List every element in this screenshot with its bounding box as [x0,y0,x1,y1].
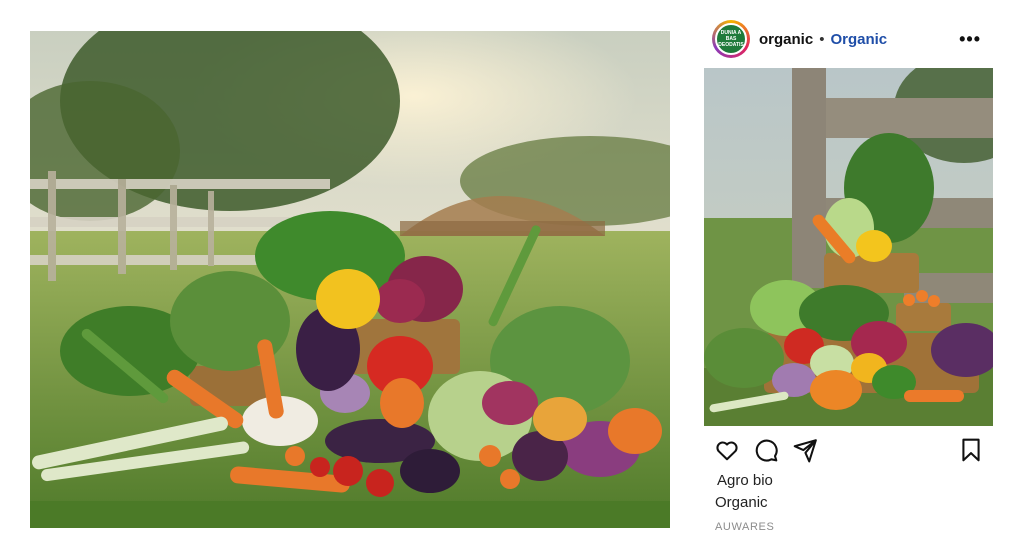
hero-produce-photo [30,31,670,528]
send-icon[interactable] [792,437,818,463]
avatar-logo: DUNIA A BAS DEODATIS [715,23,747,55]
follow-link[interactable]: Organic [830,31,887,48]
separator-dot: • [819,30,825,48]
avatar-logo-text: DUNIA A BAS DEODATIS [718,30,744,48]
bookmark-icon[interactable] [958,437,984,463]
account-line: organic • Organic [759,31,887,48]
caption-subtitle: Organic [715,494,768,511]
post-image[interactable] [704,68,993,426]
account-username[interactable]: organic [759,31,813,48]
heart-icon[interactable] [714,437,740,463]
comment-icon[interactable] [753,437,779,463]
post-actions [714,436,984,464]
caption-title: Agro bio [717,472,773,489]
more-horizontal-icon[interactable]: ••• [959,29,981,50]
avatar[interactable]: DUNIA A BAS DEODATIS [712,20,750,58]
post-header: DUNIA A BAS DEODATIS organic • Organic •… [712,18,984,60]
caption-meta: AUWARES [715,521,775,533]
